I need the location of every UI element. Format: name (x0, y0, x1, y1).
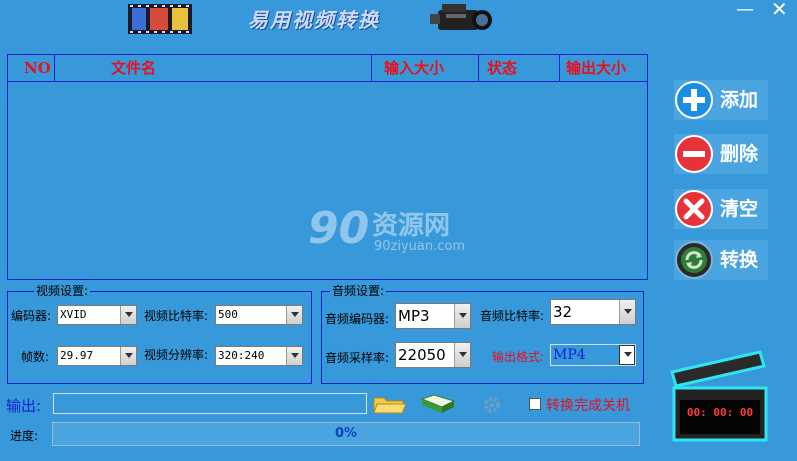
clear-button-label: 清空 (720, 198, 759, 220)
audio-samplerate-value: 22050 (398, 346, 446, 364)
audio-samplerate-select[interactable]: 22050 (395, 342, 471, 368)
output-label: 输出: (6, 397, 42, 415)
chevron-down-icon[interactable] (286, 306, 302, 324)
refresh-circle-icon (675, 241, 713, 279)
watermark-url: 90ziyuan.com (374, 239, 466, 254)
video-bitrate-label: 视频比特率: (144, 309, 209, 323)
fps-label: 帧数: (21, 350, 50, 364)
add-button-label: 添加 (720, 89, 759, 111)
folder-icon[interactable] (373, 395, 407, 415)
video-encoder-label: 编码器: (11, 309, 52, 323)
x-circle-icon (675, 190, 713, 228)
delete-button[interactable]: 删除 (674, 134, 768, 174)
audio-encoder-value: MP3 (398, 307, 430, 325)
gear-icon[interactable] (478, 395, 506, 415)
timer-display: 00: 00: 00 (686, 406, 754, 419)
chevron-down-icon[interactable] (619, 345, 635, 365)
video-encoder-select[interactable]: XVID (57, 305, 137, 325)
video-resolution-value: 320:240 (218, 349, 265, 362)
watermark: 90 资源网 90ziyuan.com (308, 203, 488, 273)
chevron-down-icon[interactable] (120, 347, 136, 365)
column-header-output-size[interactable]: 输出大小 (560, 55, 647, 81)
column-header-input-size[interactable]: 输入大小 (372, 55, 479, 81)
output-format-label: 输出格式: (492, 350, 545, 364)
app-title: 易用视频转换 (248, 8, 380, 32)
output-path-input[interactable] (53, 393, 367, 414)
chevron-down-icon[interactable] (619, 300, 635, 324)
column-header-no[interactable]: NO (8, 55, 55, 81)
video-bitrate-value: 500 (218, 308, 238, 321)
audio-encoder-label: 音频编码器: (325, 312, 390, 326)
video-resolution-select[interactable]: 320:240 (215, 346, 303, 366)
video-settings-group: 视频设置: 编码器: XVID 视频比特率: 500 帧数: 29.97 视频分… (7, 284, 312, 384)
clapperboard-timer: 00: 00: 00 (668, 350, 772, 444)
output-format-value: MP4 (553, 347, 586, 363)
audio-samplerate-label: 音频采样率: (325, 351, 390, 365)
chevron-down-icon[interactable] (120, 306, 136, 324)
shutdown-label[interactable]: 转换完成关机 (546, 395, 630, 415)
open-folder-icon[interactable] (420, 393, 456, 415)
output-format-select[interactable]: MP4 (550, 344, 636, 366)
film-reel-logo-icon (128, 4, 192, 34)
watermark-number: 90 (308, 203, 370, 254)
column-header-filename[interactable]: 文件名 (55, 55, 372, 81)
close-button[interactable]: ✕ (771, 0, 788, 19)
clear-button[interactable]: 清空 (674, 189, 768, 229)
video-encoder-value: XVID (60, 308, 87, 321)
file-list-table[interactable]: NO 文件名 输入大小 状态 输出大小 90 资源网 90ziyuan.com (7, 54, 648, 280)
video-camera-logo-icon (430, 4, 492, 30)
convert-button[interactable]: 转换 (674, 240, 768, 280)
add-button[interactable]: 添加 (674, 80, 768, 120)
delete-button-label: 删除 (720, 143, 759, 165)
progress-bar: 0% (52, 422, 640, 446)
video-resolution-label: 视频分辨率: (144, 348, 209, 362)
audio-settings-title: 音频设置: (330, 284, 387, 298)
watermark-brand: 资源网 (372, 211, 451, 241)
chevron-down-icon[interactable] (454, 304, 470, 328)
progress-label: 进度: (10, 429, 39, 443)
table-header: NO 文件名 输入大小 状态 输出大小 (8, 55, 647, 82)
progress-text: 0% (334, 426, 358, 441)
audio-settings-group: 音频设置: 音频编码器: MP3 音频比特率: 32 音频采样率: 22050 … (321, 284, 644, 384)
minus-circle-icon (675, 135, 713, 173)
video-settings-title: 视频设置: (34, 284, 91, 298)
chevron-down-icon[interactable] (454, 343, 470, 367)
convert-button-label: 转换 (720, 249, 759, 271)
video-bitrate-select[interactable]: 500 (215, 305, 303, 325)
shutdown-checkbox[interactable] (529, 398, 541, 410)
chevron-down-icon[interactable] (286, 347, 302, 365)
audio-bitrate-value: 32 (553, 303, 573, 321)
fps-value: 29.97 (60, 349, 94, 362)
column-header-status[interactable]: 状态 (479, 55, 560, 81)
audio-bitrate-label: 音频比特率: (480, 309, 545, 323)
audio-encoder-select[interactable]: MP3 (395, 303, 471, 329)
audio-bitrate-select[interactable]: 32 (550, 299, 636, 325)
fps-select[interactable]: 29.97 (57, 346, 137, 366)
plus-circle-icon (675, 81, 713, 119)
clapperboard-icon (670, 350, 768, 442)
minimize-button[interactable]: — (736, 1, 754, 19)
